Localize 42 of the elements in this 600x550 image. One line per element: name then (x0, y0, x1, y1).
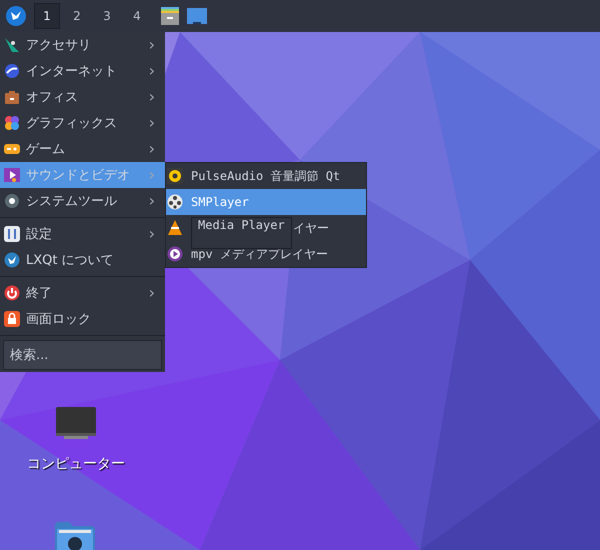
chevron-icon: › (148, 224, 155, 243)
menu-item[interactable]: グラフィックス › (0, 110, 165, 136)
reel-icon (167, 194, 183, 210)
menu-item[interactable]: 終了 › (0, 280, 165, 306)
lock-icon (4, 311, 20, 327)
chevron-icon: › (148, 87, 155, 106)
gamepad-icon (4, 141, 20, 157)
menu-item[interactable]: オフィス › (0, 84, 165, 110)
chevron-icon: › (148, 283, 155, 302)
desktop-icon-label[interactable]: コンピューター (27, 455, 125, 473)
file-cabinet-icon[interactable] (160, 6, 180, 26)
power-icon (4, 285, 20, 301)
bird-icon (4, 252, 20, 268)
menu-item[interactable]: システムツール › (0, 188, 165, 214)
flower-icon (4, 115, 20, 131)
workspace-button[interactable]: 3 (94, 3, 120, 29)
bird-logo-icon[interactable] (6, 6, 26, 26)
workspace-button[interactable]: 2 (64, 3, 90, 29)
chevron-icon: › (148, 165, 155, 184)
menu-item[interactable]: LXQt について (0, 247, 165, 273)
chevron-icon: › (148, 113, 155, 132)
folder-icon[interactable] (55, 522, 95, 550)
workspace-button[interactable]: 1 (34, 3, 60, 29)
menu-item[interactable]: 設定 › (0, 221, 165, 247)
chevron-icon: › (148, 191, 155, 210)
briefcase-icon (4, 89, 20, 105)
workspace-button[interactable]: 4 (124, 3, 150, 29)
menu-item[interactable]: ゲーム › (0, 136, 165, 162)
chevron-icon: › (148, 139, 155, 158)
cone-icon (167, 220, 183, 236)
globe-icon (4, 63, 20, 79)
menu-item[interactable]: PulseAudio 音量調節 Qt (166, 163, 366, 189)
play-icon (167, 246, 183, 262)
chevron-icon: › (148, 61, 155, 80)
sliders-icon (4, 226, 20, 242)
menu-item[interactable]: インターネット › (0, 58, 165, 84)
tooltip: Media Player (191, 217, 292, 249)
desktop-icon[interactable] (186, 6, 208, 26)
menu-item[interactable]: 画面ロック (0, 306, 165, 332)
search-field[interactable]: 検索... (3, 340, 162, 370)
chevron-icon: › (148, 35, 155, 54)
menu-item[interactable]: アクセサリ › (0, 32, 165, 58)
